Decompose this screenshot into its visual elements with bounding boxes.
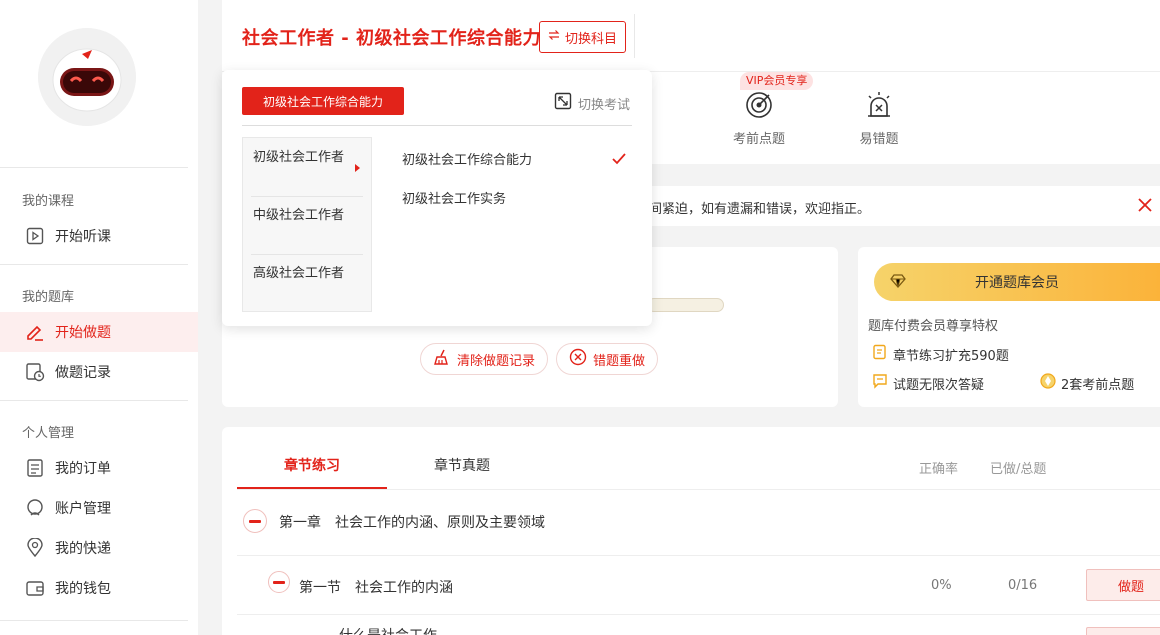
level-item-senior[interactable]: 高级社会工作者 <box>243 265 371 283</box>
sidebar-divider <box>0 264 188 265</box>
switch-exam-button[interactable]: 切换考试 <box>554 92 630 114</box>
tool-label: 考前点题 <box>732 132 785 147</box>
section-title-question-bank: 我的题库 <box>22 290 75 305</box>
caret-right-icon <box>355 164 360 172</box>
location-icon <box>24 537 46 559</box>
order-icon <box>24 457 46 479</box>
sidebar-item-delivery[interactable]: 我的快递 <box>0 528 198 568</box>
badge-icon <box>1040 373 1056 393</box>
sidebar-item-label: 做题记录 <box>55 365 111 381</box>
page-title: 社会工作者 - 初级社会工作综合能力 <box>242 28 542 49</box>
diamond-icon <box>890 274 906 292</box>
section-done-total: 0/16 <box>1008 578 1038 593</box>
redo-wrong-button[interactable]: 错题重做 <box>556 343 659 375</box>
level-separator <box>251 254 363 255</box>
section-title-personal: 个人管理 <box>22 426 75 441</box>
sidebar-item-label: 我的钱包 <box>55 581 111 597</box>
robot-avatar-icon <box>38 28 136 126</box>
level-item-junior[interactable]: 初级社会工作者 <box>243 149 371 167</box>
do-questions-button[interactable]: 做题 <box>1086 569 1160 601</box>
open-vip-button[interactable]: 开通题库会员 <box>874 263 1160 301</box>
vip-perk: 2套考前点题 <box>1040 373 1134 393</box>
broom-icon <box>433 348 451 370</box>
close-icon[interactable] <box>1136 196 1154 214</box>
redo-wrong-label: 错题重做 <box>593 353 646 369</box>
switch-subject-button[interactable]: 切换科目 <box>539 21 626 53</box>
sidebar-item-wallet[interactable]: 我的钱包 <box>0 568 198 608</box>
vip-perk: 试题无限次答疑 <box>872 373 984 393</box>
vip-perk-label: 2套考前点题 <box>1061 377 1135 393</box>
level-item-intermediate[interactable]: 中级社会工作者 <box>243 207 371 225</box>
sidebar-divider <box>0 620 188 621</box>
sidebar-item-practice-record[interactable]: 做题记录 <box>0 352 198 392</box>
vip-exclusive-badge: VIP会员专享 <box>740 72 814 90</box>
alarm-icon <box>864 90 894 120</box>
account-icon <box>24 497 46 519</box>
sidebar-item-label: 开始听课 <box>55 229 111 245</box>
wallet-icon <box>24 577 46 599</box>
section-row: 第一节 社会工作的内涵 0% 0/16 做题 <box>237 557 1160 615</box>
sidebar-divider <box>0 400 188 401</box>
level-separator <box>251 196 363 197</box>
record-icon <box>24 361 46 383</box>
open-vip-label: 开通题库会员 <box>975 275 1059 291</box>
tab-chapter-practice[interactable]: 章节练习 <box>237 447 387 489</box>
clear-record-button[interactable]: 清除做题记录 <box>420 343 549 375</box>
column-done-total: 已做/总题 <box>990 462 1047 477</box>
vip-perk: 章节练习扩充590题 <box>872 344 1009 364</box>
selected-subject-tag[interactable]: 初级社会工作综合能力 <box>242 87 404 115</box>
chapter-row: 第一章 社会工作的内涵、原则及主要领域 <box>237 490 1160 556</box>
sidebar-item-label: 我的快递 <box>55 541 111 557</box>
sidebar-item-account[interactable]: 账户管理 <box>0 488 198 528</box>
pen-icon <box>24 321 46 343</box>
chapter-list-panel: 章节练习 章节真题 正确率 已做/总题 第一章 社会工作的内涵、原则及主要领域 … <box>222 427 1160 635</box>
dropdown-divider <box>242 125 632 126</box>
check-icon <box>612 150 626 169</box>
close-circle-icon <box>569 348 587 370</box>
subject-option-comprehensive[interactable]: 初级社会工作综合能力 <box>402 149 532 168</box>
vip-perk-label: 章节练习扩充590题 <box>893 348 1009 364</box>
column-accuracy: 正确率 <box>919 462 959 477</box>
vip-privileges-title: 题库付费会员尊享特权 <box>868 319 999 334</box>
avatar[interactable] <box>38 28 136 126</box>
sidebar-item-start-practice[interactable]: 开始做题 <box>0 312 198 352</box>
tool-error-prone[interactable]: 易错题 <box>839 90 919 147</box>
sidebar-item-label: 我的订单 <box>55 461 111 477</box>
clear-record-label: 清除做题记录 <box>457 353 536 369</box>
target-icon <box>744 90 774 120</box>
header: 社会工作者 - 初级社会工作综合能力 切换科目 <box>222 0 1160 72</box>
sidebar: 我的课程 开始听课 我的题库 开始做题 做题记录 个人管理 我的订单 账户管理 <box>0 0 198 635</box>
switch-exam-label: 切换考试 <box>578 97 631 113</box>
sidebar-item-start-lesson[interactable]: 开始听课 <box>0 216 198 256</box>
level-list: 初级社会工作者 中级社会工作者 高级社会工作者 <box>242 137 372 312</box>
chapter-title: 第一章 社会工作的内涵、原则及主要领域 <box>279 515 545 531</box>
sidebar-item-label: 开始做题 <box>55 325 111 341</box>
tool-pre-exam-tips[interactable]: 考前点题 <box>719 90 799 147</box>
section-title-courses: 我的课程 <box>22 194 75 209</box>
section-accuracy: 0% <box>931 578 952 593</box>
collapse-icon[interactable] <box>268 571 290 593</box>
vip-perk-label: 试题无限次答疑 <box>893 377 985 393</box>
vip-card: 开通题库会员 题库付费会员尊享特权 章节练习扩充590题 试题无限次答疑 2套考… <box>858 247 1160 407</box>
subject-switch-dropdown: 初级社会工作综合能力 切换考试 初级社会工作者 中级社会工作者 高级社会工作者 … <box>222 70 652 326</box>
sidebar-item-label: 账户管理 <box>55 501 111 517</box>
subject-option-practice[interactable]: 初级社会工作实务 <box>402 188 506 207</box>
expand-icon <box>554 92 572 114</box>
switch-subject-label: 切换科目 <box>564 31 617 47</box>
tab-chapter-real-questions[interactable]: 章节真题 <box>387 447 537 489</box>
progress-bar <box>647 298 724 312</box>
collapse-icon[interactable] <box>243 509 267 533</box>
section-title: 第一节 社会工作的内涵 <box>299 580 453 596</box>
document-icon <box>872 344 888 364</box>
play-icon <box>24 225 46 247</box>
header-divider <box>634 14 635 58</box>
point-title[interactable]: 什么是社会工作 <box>339 625 437 635</box>
notice-text: 间紧迫，如有遗漏和错误，欢迎指正。 <box>649 202 871 217</box>
sidebar-divider <box>0 167 188 168</box>
sidebar-item-my-orders[interactable]: 我的订单 <box>0 448 198 488</box>
chat-icon <box>872 373 888 393</box>
tool-label: 易错题 <box>859 132 899 147</box>
do-questions-button-partial[interactable] <box>1086 627 1160 635</box>
swap-icon <box>548 29 560 45</box>
